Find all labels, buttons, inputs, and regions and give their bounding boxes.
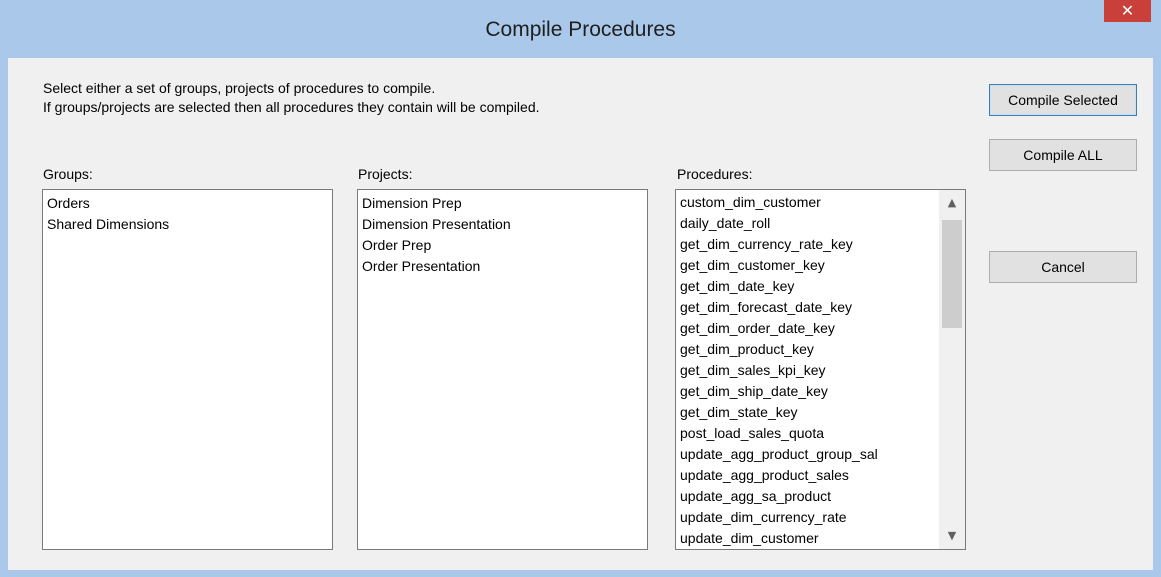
list-item[interactable]: Shared Dimensions (47, 214, 332, 235)
instruction-line-1: Select either a set of groups, projects … (43, 80, 436, 96)
list-item[interactable]: update_agg_product_group_sal (680, 444, 965, 465)
cancel-button[interactable]: Cancel (989, 251, 1137, 283)
close-button[interactable]: ✕ (1104, 0, 1151, 22)
list-item[interactable]: Dimension Prep (362, 193, 647, 214)
list-item[interactable]: get_dim_currency_rate_key (680, 234, 965, 255)
list-item[interactable]: get_dim_product_key (680, 339, 965, 360)
scroll-up-icon[interactable]: ▲ (939, 190, 965, 216)
instruction-line-2: If groups/projects are selected then all… (43, 99, 540, 115)
close-icon: ✕ (1120, 1, 1135, 20)
groups-label: Groups: (43, 166, 93, 182)
list-item[interactable]: get_dim_ship_date_key (680, 381, 965, 402)
list-item[interactable]: get_dim_date_key (680, 276, 965, 297)
scroll-down-icon[interactable]: ▼ (939, 523, 965, 549)
procedures-listbox[interactable]: custom_dim_customer daily_date_roll get_… (675, 189, 966, 550)
list-item[interactable]: Order Presentation (362, 256, 647, 277)
window-title: Compile Procedures (485, 18, 676, 41)
list-item[interactable]: get_dim_order_date_key (680, 318, 965, 339)
projects-label: Projects: (358, 166, 413, 182)
compile-selected-button[interactable]: Compile Selected (989, 84, 1137, 116)
list-item[interactable]: update_agg_sa_product (680, 486, 965, 507)
list-item[interactable]: post_load_sales_quota (680, 423, 965, 444)
list-item[interactable]: update_dim_currency_rate (680, 507, 965, 528)
list-item[interactable]: get_dim_state_key (680, 402, 965, 423)
compile-all-button[interactable]: Compile ALL (989, 139, 1137, 171)
list-item[interactable]: get_dim_sales_kpi_key (680, 360, 965, 381)
list-item[interactable]: update_dim_customer (680, 528, 965, 549)
list-item[interactable]: Order Prep (362, 235, 647, 256)
list-item[interactable]: update_agg_product_sales (680, 465, 965, 486)
list-item[interactable]: custom_dim_customer (680, 192, 965, 213)
list-item[interactable]: Dimension Presentation (362, 214, 647, 235)
procedures-scrollbar[interactable]: ▲ ▼ (939, 190, 965, 549)
title-bar[interactable]: Compile Procedures ✕ (0, 0, 1161, 58)
dialog-window: Compile Procedures ✕ Select either a set… (0, 0, 1161, 577)
groups-listbox[interactable]: Orders Shared Dimensions (42, 189, 333, 550)
list-item[interactable]: daily_date_roll (680, 213, 965, 234)
projects-listbox[interactable]: Dimension Prep Dimension Presentation Or… (357, 189, 648, 550)
list-item[interactable]: get_dim_customer_key (680, 255, 965, 276)
list-item[interactable]: get_dim_forecast_date_key (680, 297, 965, 318)
list-item[interactable]: Orders (47, 193, 332, 214)
procedures-label: Procedures: (677, 166, 753, 182)
scrollbar-thumb[interactable] (942, 220, 962, 328)
